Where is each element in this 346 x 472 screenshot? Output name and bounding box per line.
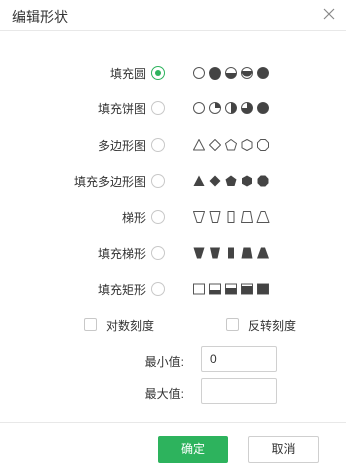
reverse-scale-label: 反转刻度 [248, 319, 297, 333]
shape-option-label: 多边形图 [97, 139, 146, 153]
cancel-button[interactable]: 取消 [248, 436, 319, 463]
shape-option-trapezoid[interactable]: 梯形 [0, 207, 346, 227]
log-scale-label: 对数刻度 [106, 319, 155, 333]
fill-rect-radio[interactable] [151, 282, 165, 296]
shape-option-polygon[interactable]: 多边形图 [0, 135, 346, 155]
min-value-input[interactable]: 0 [201, 346, 277, 372]
polygon-radio[interactable] [151, 138, 165, 152]
reverse-scale-checkbox[interactable] [226, 318, 239, 331]
polygon-outline-icon [193, 139, 269, 151]
max-value-input[interactable] [201, 378, 277, 404]
ok-button[interactable]: 确定 [158, 436, 228, 463]
edit-shape-dialog: 编辑形状 填充圆 填充饼图 多边形图 填充多边形图 梯形 填充梯形 填充矩形 对… [0, 0, 346, 472]
shape-option-label: 梯形 [121, 211, 146, 225]
shape-option-fill-pie[interactable]: 填充饼图 [0, 98, 346, 118]
circle-fill-levels-icon [193, 67, 269, 80]
dialog-title: 编辑形状 [12, 9, 68, 25]
fill-trapezoid-radio[interactable] [151, 246, 165, 260]
shape-option-fill-polygon[interactable]: 填充多边形图 [0, 171, 346, 191]
shape-option-label: 填充矩形 [97, 283, 146, 297]
fill-polygon-radio[interactable] [151, 174, 165, 188]
close-icon[interactable] [322, 7, 336, 21]
shape-option-label: 填充多边形图 [73, 175, 146, 189]
trapezoid-radio[interactable] [151, 210, 165, 224]
log-scale-checkbox[interactable] [84, 318, 97, 331]
max-value-label: 最大值: [144, 387, 184, 401]
shape-option-label: 填充梯形 [97, 247, 146, 261]
dialog-header: 编辑形状 [0, 0, 346, 31]
pie-fill-levels-icon [193, 102, 269, 114]
dialog-footer: 确定 取消 [0, 422, 346, 472]
shape-option-fill-trapezoid[interactable]: 填充梯形 [0, 243, 346, 263]
shape-option-label: 填充圆 [109, 67, 146, 81]
shape-option-fill-rect[interactable]: 填充矩形 [0, 279, 346, 299]
trapezoid-filled-icon [193, 247, 269, 259]
min-value-label: 最小值: [144, 355, 184, 369]
trapezoid-outline-icon [193, 211, 270, 223]
shape-option-label: 填充饼图 [97, 102, 146, 116]
shape-option-fill-circle[interactable]: 填充圆 [0, 63, 346, 83]
fill-circle-radio[interactable] [151, 66, 165, 80]
polygon-filled-icon [193, 175, 269, 187]
fill-pie-radio[interactable] [151, 101, 165, 115]
rect-fill-levels-icon [193, 283, 269, 295]
